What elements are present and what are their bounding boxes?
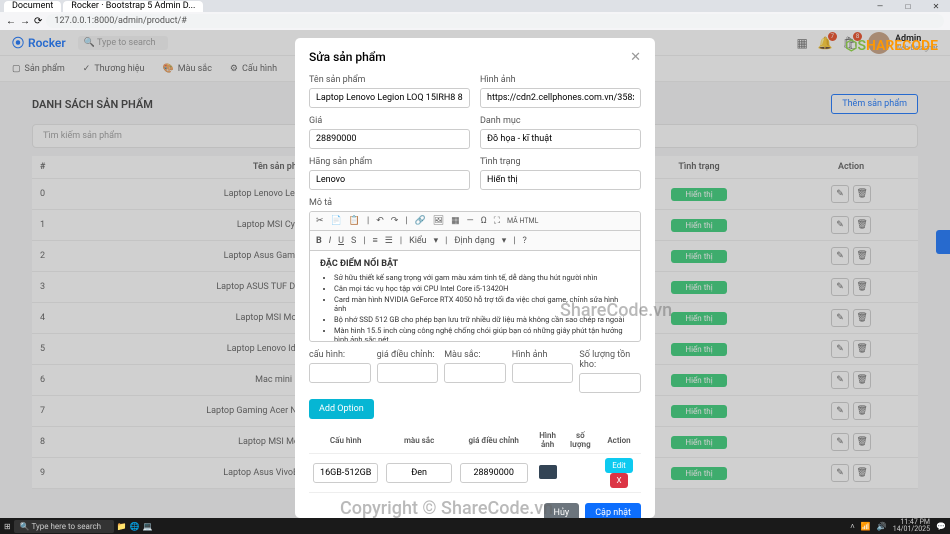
submit-button[interactable]: Cập nhật: [585, 503, 641, 518]
underline-icon[interactable]: U: [336, 235, 346, 247]
label-desc: Mô tả: [309, 198, 641, 208]
product-status-select[interactable]: [480, 170, 641, 190]
tb-notif-icon[interactable]: 💬: [936, 522, 946, 531]
symbol-icon[interactable]: Ω: [479, 215, 489, 227]
start-icon[interactable]: ⊞: [4, 522, 11, 531]
opt-padj-cell[interactable]: [460, 463, 528, 483]
label-image: Hình ảnh: [480, 75, 641, 85]
label-brand: Hãng sản phẩm: [309, 157, 470, 167]
label-status: Tình trạng: [480, 157, 641, 167]
close-icon[interactable]: ✕: [630, 50, 641, 65]
expand-icon[interactable]: ⛶: [492, 215, 502, 227]
product-brand-select[interactable]: [309, 170, 470, 190]
product-price-input[interactable]: [309, 129, 470, 149]
cancel-button[interactable]: Hủy: [544, 503, 580, 518]
label-category: Danh mục: [480, 116, 641, 126]
italic-icon[interactable]: I: [327, 235, 333, 247]
opt-qty-cell: [564, 454, 597, 493]
table-icon[interactable]: ▦: [449, 215, 462, 227]
browser-tab-bar: Document Rocker · Bootstrap 5 Admin D...…: [0, 0, 950, 12]
opt-img-cell: [532, 454, 564, 493]
product-image-input[interactable]: [480, 88, 641, 108]
tb-sound-icon[interactable]: 🔊: [877, 522, 887, 531]
modal-overlay: Sửa sản phẩm ✕ Tên sản phẩm Hình ảnh Giá…: [0, 30, 950, 534]
cut-icon[interactable]: ✂: [314, 215, 326, 227]
modal-title: Sửa sản phẩm: [309, 50, 386, 65]
label-opt-stock: Số lượng tồn kho:: [579, 350, 641, 370]
taskbar: ⊞ 🔍 Type here to search 📁 🌐 💻 ˄ 📶 🔊 11:4…: [0, 518, 950, 534]
max-window-button[interactable]: □: [894, 0, 922, 12]
opt-color-input[interactable]: [444, 363, 506, 383]
style-select[interactable]: Kiểu: [407, 235, 429, 247]
copy-icon[interactable]: 📄: [329, 215, 344, 227]
hr-icon[interactable]: ―: [465, 215, 476, 227]
delete-option-button[interactable]: X: [610, 473, 627, 488]
redo-icon[interactable]: ↷: [389, 215, 401, 227]
product-category-select[interactable]: [480, 129, 641, 149]
tb-tray-icon[interactable]: ˄: [850, 522, 855, 531]
address-row: ← → ⟳ 127.0.0.1:8000/admin/product/#: [0, 12, 950, 30]
format-select[interactable]: Định dạng: [452, 235, 496, 247]
opt-color-cell[interactable]: [386, 463, 451, 483]
bold-icon[interactable]: B: [314, 235, 324, 247]
undo-icon[interactable]: ↶: [374, 215, 386, 227]
label-opt-priceadj: giá điều chỉnh:: [377, 350, 439, 360]
help-icon[interactable]: ?: [521, 235, 529, 247]
label-opt-img: Hình ảnh: [512, 350, 574, 360]
ol-icon[interactable]: ≡: [371, 234, 380, 247]
editor-toolbar: ✂📄📋| ↶↷| 🔗🖼▦ ―Ω⛶ MÃ HTML: [310, 212, 640, 231]
image-icon[interactable]: 🖼: [431, 215, 446, 227]
label-opt-config: cấu hình:: [309, 350, 371, 360]
opt-priceadj-input[interactable]: [377, 363, 439, 383]
link-icon[interactable]: 🔗: [412, 215, 427, 227]
min-window-button[interactable]: —: [866, 0, 894, 12]
back-icon[interactable]: ←: [6, 16, 16, 27]
tb-app-icon[interactable]: 💻: [143, 522, 153, 531]
browser-tab[interactable]: Document: [4, 1, 61, 12]
editor-content[interactable]: ĐẶC ĐIỂM NỔI BẬT Sở hữu thiết kế sang tr…: [310, 251, 640, 341]
paste-icon[interactable]: 📋: [347, 215, 362, 227]
close-window-button[interactable]: ✕: [922, 0, 950, 12]
tb-wifi-icon[interactable]: 📶: [861, 522, 871, 531]
edit-option-button[interactable]: Edit: [605, 458, 633, 473]
browser-tab[interactable]: Rocker · Bootstrap 5 Admin D...: [63, 1, 203, 12]
label-name: Tên sản phẩm: [309, 75, 470, 85]
opt-stock-input[interactable]: [579, 373, 641, 393]
fwd-icon[interactable]: →: [20, 16, 30, 27]
address-bar[interactable]: 127.0.0.1:8000/admin/product/#: [46, 14, 944, 28]
add-option-button[interactable]: Add Option: [309, 399, 374, 419]
label-opt-color: Màu sắc:: [444, 350, 506, 360]
tb-app-icon[interactable]: 🌐: [130, 522, 140, 531]
taskbar-search[interactable]: 🔍 Type here to search: [14, 520, 114, 533]
watermark-logo: ⬡SHARECODE: [845, 38, 938, 54]
reload-icon[interactable]: ⟳: [34, 16, 42, 27]
rich-editor: ✂📄📋| ↶↷| 🔗🖼▦ ―Ω⛶ MÃ HTML BI US |≡☰ |Kiểu…: [309, 211, 641, 342]
tb-app-icon[interactable]: 📁: [117, 522, 127, 531]
label-price: Giá: [309, 116, 470, 126]
option-row: Edit X: [309, 454, 641, 493]
edit-product-modal: Sửa sản phẩm ✕ Tên sản phẩm Hình ảnh Giá…: [295, 38, 655, 518]
product-name-input[interactable]: [309, 88, 470, 108]
opt-config-input[interactable]: [309, 363, 371, 383]
opt-config-cell[interactable]: [313, 463, 378, 483]
ul-icon[interactable]: ☰: [383, 235, 395, 247]
opt-img-input[interactable]: [512, 363, 574, 383]
options-table: Cấu hìnhmàu sắcgiá điều chỉnh Hình ảnhsố…: [309, 427, 641, 493]
strike-icon[interactable]: S: [349, 235, 358, 247]
html-button[interactable]: MÃ HTML: [505, 216, 540, 226]
